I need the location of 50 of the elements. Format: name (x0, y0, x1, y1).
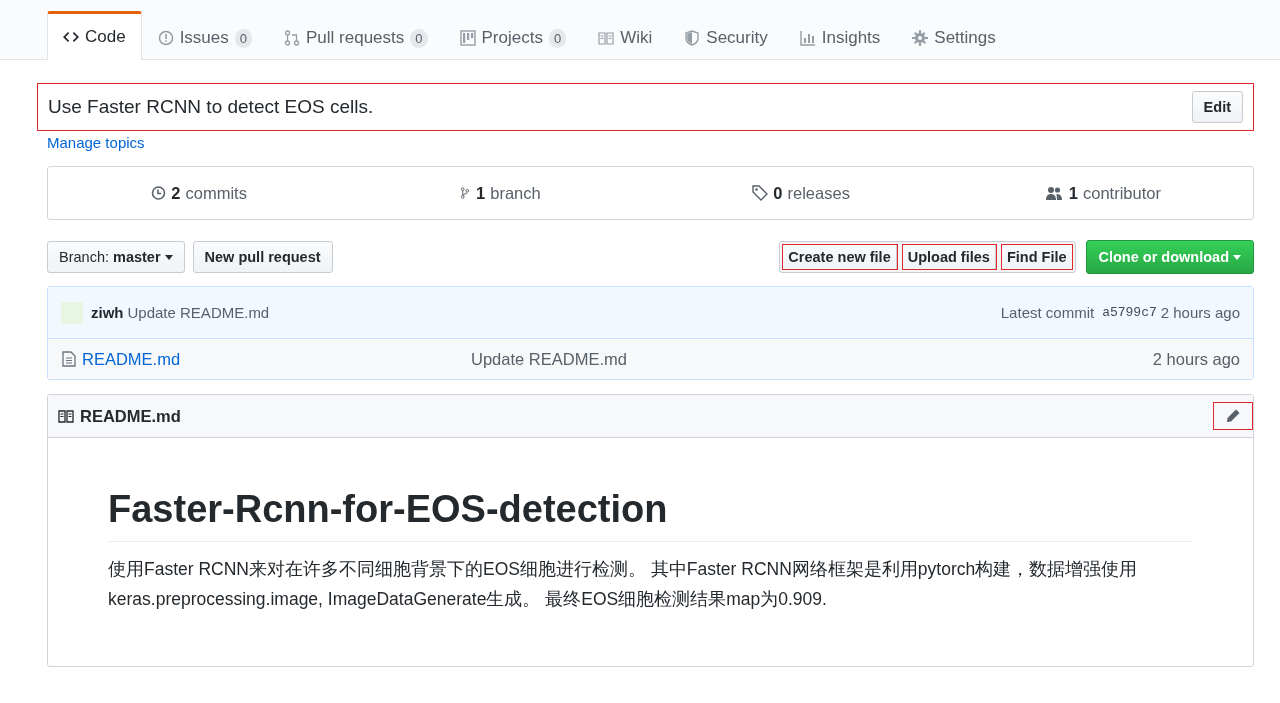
file-time: 2 hours ago (1152, 349, 1240, 369)
stat-link[interactable]: 1 contributor (951, 183, 1253, 203)
file-icon (61, 351, 77, 367)
history-icon (150, 185, 167, 201)
readme-paragraph: 使用Faster RCNN来对在许多不同细胞背景下的EOS细胞进行检测。 其中Faster RCNN网络框架是利用pytorch构建，数据增强使用keras.preprocessing.image, ImageDataGenerate生成。 最终EOS细胞检测结果map为0.909. (108, 558, 1139, 611)
pencil-icon (1225, 408, 1241, 424)
commit-time: 2 hours ago (1160, 304, 1240, 321)
tab[interactable]: Pull requests 0 (268, 13, 444, 60)
tab[interactable]: Issues 0 (141, 13, 268, 60)
caret-icon (1233, 254, 1241, 260)
edit-file-button[interactable] (1213, 402, 1253, 430)
shield-icon (684, 30, 701, 46)
avatar (61, 301, 83, 324)
latest-commit-label: Latest commit (1000, 304, 1095, 321)
readme-heading: Faster-Rcnn-for-EOS-detection (108, 488, 1193, 542)
tab[interactable]: Code (47, 11, 142, 60)
file-action-button[interactable]: Upload files (902, 245, 996, 269)
bar-graph-icon (799, 30, 816, 46)
manage-topics-link[interactable]: Manage topics (47, 134, 145, 151)
file-commit-message: Update README.md (471, 349, 628, 369)
people-icon (1043, 185, 1064, 201)
commit-author[interactable]: ziwh (91, 304, 124, 321)
file-name-link[interactable]: README.md (82, 349, 181, 369)
issue-icon (157, 30, 174, 46)
tab[interactable]: Settings (896, 13, 1012, 60)
readme-title: README.md (80, 406, 181, 426)
repo-description: Use Faster RCNN to detect EOS cells. (48, 96, 374, 118)
commit-sha[interactable]: a5799c7 (1102, 305, 1157, 320)
file-action-button[interactable]: Create new file (783, 245, 897, 269)
tab[interactable]: Projects 0 (443, 13, 583, 60)
code-icon (63, 29, 79, 45)
caret-icon (164, 254, 173, 260)
tab[interactable]: Security (668, 13, 784, 60)
stat-link[interactable]: 1 branch (349, 183, 651, 203)
pull-request-icon (284, 30, 300, 46)
project-board-icon (459, 30, 476, 46)
tab[interactable]: Insights (783, 13, 897, 60)
settings-icon (912, 30, 929, 46)
file-action-button[interactable]: Find File (1001, 245, 1072, 269)
branch-dropdown[interactable]: Branch: master (47, 241, 185, 273)
edit-button[interactable]: Edit (1191, 91, 1243, 123)
book-icon (58, 408, 74, 424)
stat-link[interactable]: 2 commits (48, 183, 350, 203)
new-pull-request-button[interactable]: New pull request (192, 241, 333, 273)
book-icon (598, 30, 615, 46)
tab[interactable]: Wiki (582, 13, 669, 60)
commit-message: Update README.md (127, 304, 270, 321)
stat-link[interactable]: 0 releases (650, 183, 952, 203)
branch-icon (459, 185, 472, 201)
tag-icon (752, 185, 769, 201)
